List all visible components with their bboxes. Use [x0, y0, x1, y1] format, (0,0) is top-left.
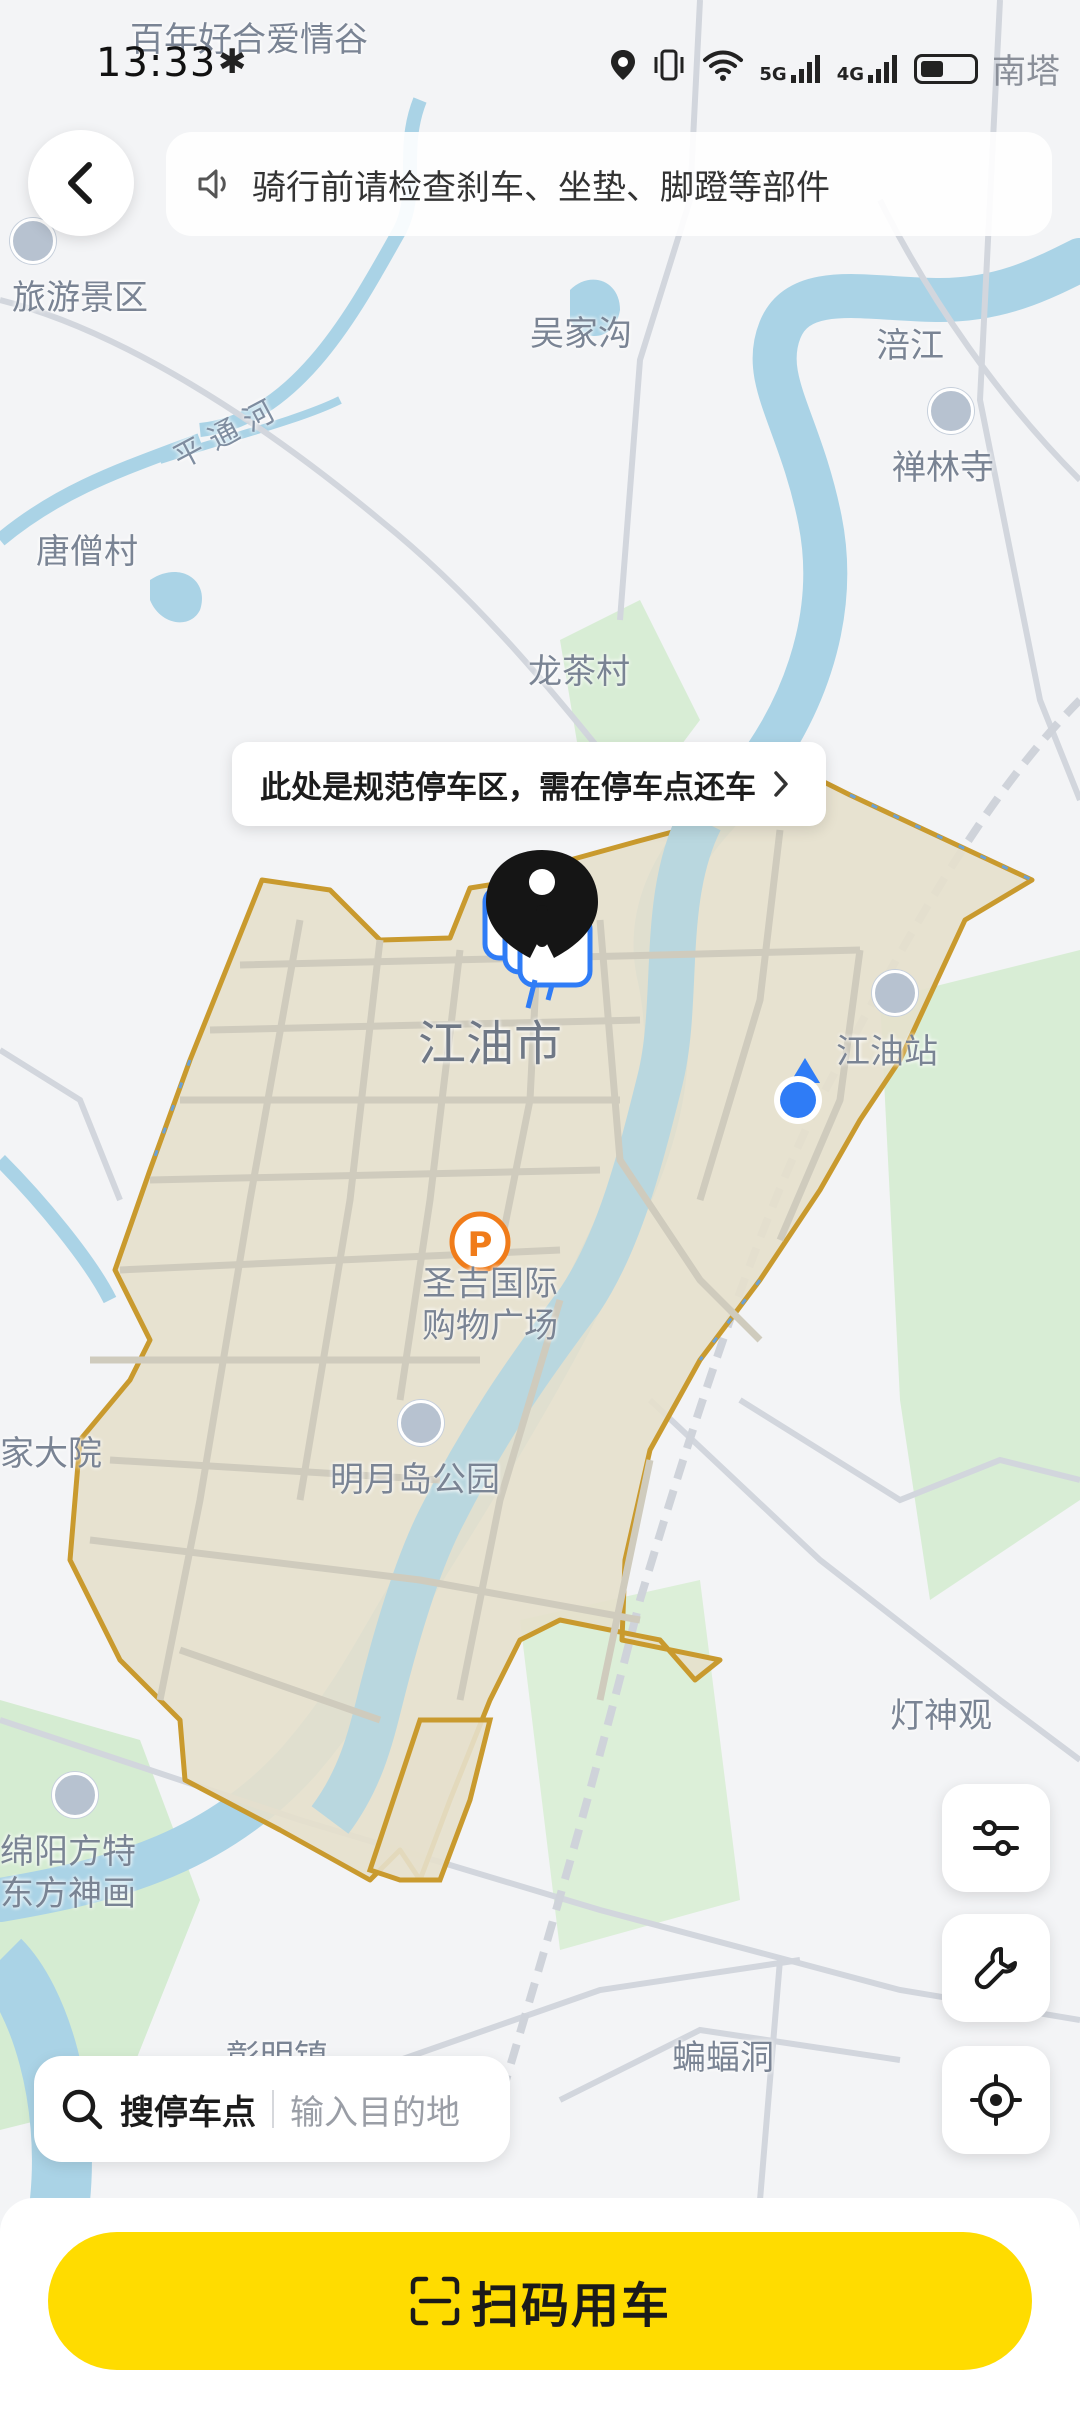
map-city-label: 江油市 — [418, 1016, 563, 1072]
location-icon — [609, 48, 637, 90]
status-time: 13:33 — [96, 40, 217, 86]
notice-bar: 骑行前请检查刹车、坐垫、脚蹬等部件 — [166, 132, 1052, 236]
search-icon — [62, 2089, 103, 2130]
poi-chanlinsi-icon — [928, 388, 974, 434]
bottom-panel: 扫码用车 — [0, 2198, 1080, 2412]
status-icons: 5G 4G 南塔 — [609, 44, 1060, 93]
back-button[interactable] — [28, 130, 134, 236]
poi-park-icon — [398, 1400, 444, 1446]
vibrate-icon — [651, 48, 687, 90]
speaker-icon — [198, 169, 226, 199]
scan-to-ride-label: 扫码用车 — [470, 2278, 671, 2334]
search-divider — [272, 2090, 274, 2128]
poi-mianyang-icon — [52, 1772, 98, 1818]
map-label: 家大院 — [0, 1434, 102, 1474]
battery-icon — [914, 53, 978, 84]
wifi-icon — [701, 48, 745, 90]
bluetooth-icon: ✱ — [218, 42, 247, 82]
filter-button[interactable] — [942, 1784, 1050, 1892]
signal-4g-icon: 4G — [837, 53, 900, 85]
map-label: 旅游景区 — [12, 278, 148, 318]
search-parking-label[interactable]: 搜停车点 — [120, 2085, 256, 2134]
tooltip-text: 此处是规范停车区，需在停车点还车 — [260, 769, 756, 806]
search-parking-box[interactable]: 搜停车点 输入目的地 — [34, 2056, 510, 2162]
map-label: 蝙蝠洞 — [672, 2038, 774, 2078]
poi-station-icon — [872, 970, 918, 1016]
map-label: 江油站 — [836, 1032, 938, 1072]
status-trailing-text: 南塔 — [992, 52, 1060, 92]
wrench-icon — [974, 1947, 1017, 1990]
map-label: 禅林寺 — [892, 448, 994, 488]
chevron-left-icon — [68, 162, 92, 204]
scan-icon — [410, 2276, 460, 2326]
map-label: 吴家沟 — [530, 314, 632, 354]
map-label: 购物广场 — [422, 1306, 558, 1346]
map-label: 明月岛公园 — [330, 1460, 500, 1500]
app-root: P 百年好合爱情谷 旅游景区 吴家沟 涪江 禅林寺 平 通 河 唐僧村 龙茶村 … — [0, 0, 1080, 2412]
repair-button[interactable] — [942, 1914, 1050, 2022]
crosshair-icon — [970, 2074, 1022, 2126]
parking-zone-tooltip[interactable]: 此处是规范停车区，需在停车点还车 — [232, 742, 826, 826]
signal-4g-label: 4G — [836, 63, 864, 85]
map-label: 龙茶村 — [528, 652, 630, 692]
signal-5g-label: 5G — [759, 63, 787, 85]
map-label: 涪江 — [876, 326, 944, 366]
destination-input[interactable]: 输入目的地 — [290, 2085, 460, 2134]
sliders-icon — [973, 1820, 1019, 1856]
map-label: 东方神画 — [0, 1874, 136, 1914]
notice-text: 骑行前请检查刹车、坐垫、脚蹬等部件 — [252, 167, 830, 208]
locate-button[interactable] — [942, 2046, 1050, 2154]
signal-5g-icon: 5G — [759, 53, 822, 85]
scan-to-ride-button[interactable]: 扫码用车 — [48, 2232, 1032, 2370]
status-bar: 13:33 ✱ 5G 4G 南塔 — [0, 0, 1080, 130]
map-label: 唐僧村 — [36, 532, 138, 572]
chevron-right-icon — [774, 771, 788, 797]
map-label: 灯神观 — [890, 1696, 992, 1736]
